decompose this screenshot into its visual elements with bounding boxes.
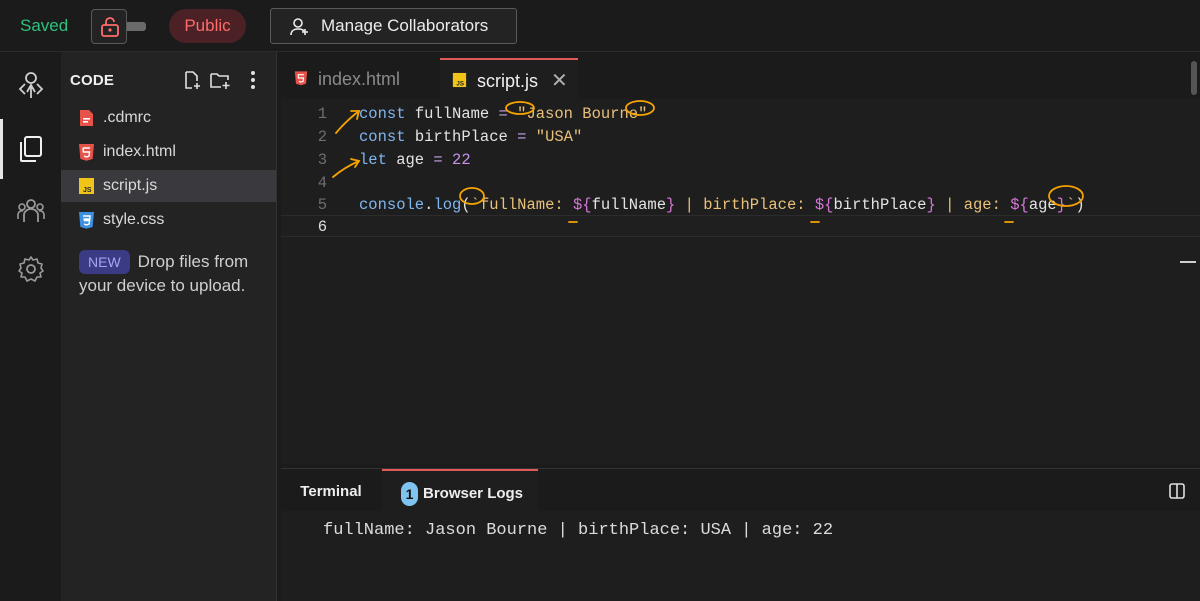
add-user-icon — [290, 18, 308, 36]
explorer-heading: CODE — [70, 72, 115, 89]
html-file-icon — [79, 144, 94, 161]
log-output: fullName: Jason Bourne | birthPlace: USA… — [323, 521, 834, 540]
more-options-icon[interactable] — [249, 70, 257, 90]
tab-index-html[interactable]: index.html — [281, 58, 436, 99]
manage-collaborators-button[interactable]: Manage Collaborators — [270, 8, 517, 44]
html-file-icon — [294, 71, 308, 86]
panel-tabs: Terminal 1 Browser Logs — [281, 469, 1200, 511]
tab-label: Browser Logs — [423, 485, 524, 502]
manage-collaborators-label: Manage Collaborators — [321, 16, 489, 35]
lock-toggle-track[interactable] — [127, 22, 146, 31]
code-line-2: const birthPlace = "USA" — [359, 128, 583, 146]
new-folder-icon[interactable] — [209, 70, 231, 90]
split-panel-icon[interactable] — [1169, 483, 1185, 499]
arrow-annotation — [350, 158, 361, 168]
code-line-3: let age = 22 — [359, 151, 471, 169]
file-item-style-css[interactable]: style.css — [61, 204, 276, 236]
file-name: index.html — [103, 143, 176, 160]
code-line-5: console.log(`fullName: ${fullName} | bir… — [359, 196, 1085, 214]
arrow-annotation — [332, 160, 360, 178]
new-badge: NEW — [79, 250, 130, 274]
new-file-icon[interactable] — [182, 70, 202, 90]
svg-text:JS: JS — [456, 80, 464, 87]
close-tab-icon[interactable]: ✕ — [551, 68, 568, 93]
line-number: 6 — [317, 218, 327, 236]
config-file-icon — [80, 110, 93, 126]
save-status: Saved — [20, 16, 69, 35]
settings-icon[interactable] — [16, 254, 46, 284]
editor-tabs: index.html JS script.js ✕ — [281, 52, 1200, 99]
upload-hint: NEW Drop files from your device to upload… — [79, 250, 269, 298]
file-explorer: CODE .cdmrc index.html JS script.js styl… — [61, 52, 277, 601]
file-name: .cdmrc — [103, 109, 151, 126]
js-file-icon: JS — [452, 72, 467, 87]
tab-terminal[interactable]: Terminal — [281, 469, 381, 511]
activity-rail — [0, 52, 61, 601]
file-name: script.js — [103, 177, 158, 194]
file-item-script-js[interactable]: JS script.js — [61, 170, 276, 202]
code-area[interactable]: 1 2 3 4 5 6 const fullName = "Jason Bour… — [281, 99, 1200, 464]
top-bar: Saved Public Manage Collaborators — [0, 0, 1200, 52]
line-number: 5 — [317, 196, 327, 214]
svg-text:JS: JS — [83, 187, 92, 194]
editor-scroll-marker[interactable] — [1180, 261, 1196, 263]
file-item-cdmrc[interactable]: .cdmrc — [61, 102, 276, 134]
current-line-highlight — [281, 215, 1200, 237]
files-icon[interactable] — [16, 134, 46, 164]
tab-label: index.html — [318, 69, 401, 89]
lock-toggle-button[interactable] — [91, 9, 127, 44]
visibility-badge[interactable]: Public — [169, 9, 246, 43]
tabs-scrollbar[interactable] — [1191, 61, 1197, 95]
tab-browser-logs[interactable]: 1 Browser Logs — [382, 469, 538, 511]
code-line-1: const fullName = "Jason Bourne" — [359, 105, 648, 123]
log-count-badge: 1 — [401, 482, 418, 507]
css-file-icon — [79, 212, 94, 229]
file-item-index-html[interactable]: index.html — [61, 136, 276, 168]
unlock-icon — [101, 17, 119, 37]
active-indicator — [0, 119, 3, 179]
arrow-annotation — [335, 110, 360, 134]
tab-label: script.js — [477, 71, 539, 91]
tab-script-js[interactable]: JS script.js ✕ — [440, 58, 578, 99]
code-editor: index.html JS script.js ✕ 1 2 3 4 5 6 co… — [281, 52, 1200, 464]
line-number: 1 — [317, 105, 327, 123]
file-name: style.css — [103, 211, 165, 228]
js-file-icon: JS — [79, 178, 94, 194]
arrow-annotation — [350, 110, 361, 120]
line-number: 4 — [317, 174, 327, 192]
tab-label: Terminal — [300, 483, 362, 500]
logo-icon[interactable] — [16, 70, 46, 100]
collaborators-icon[interactable] — [16, 195, 46, 225]
output-panel: Terminal 1 Browser Logs fullName: Jason B… — [281, 468, 1200, 601]
line-number: 3 — [317, 151, 327, 169]
line-number: 2 — [317, 128, 327, 146]
